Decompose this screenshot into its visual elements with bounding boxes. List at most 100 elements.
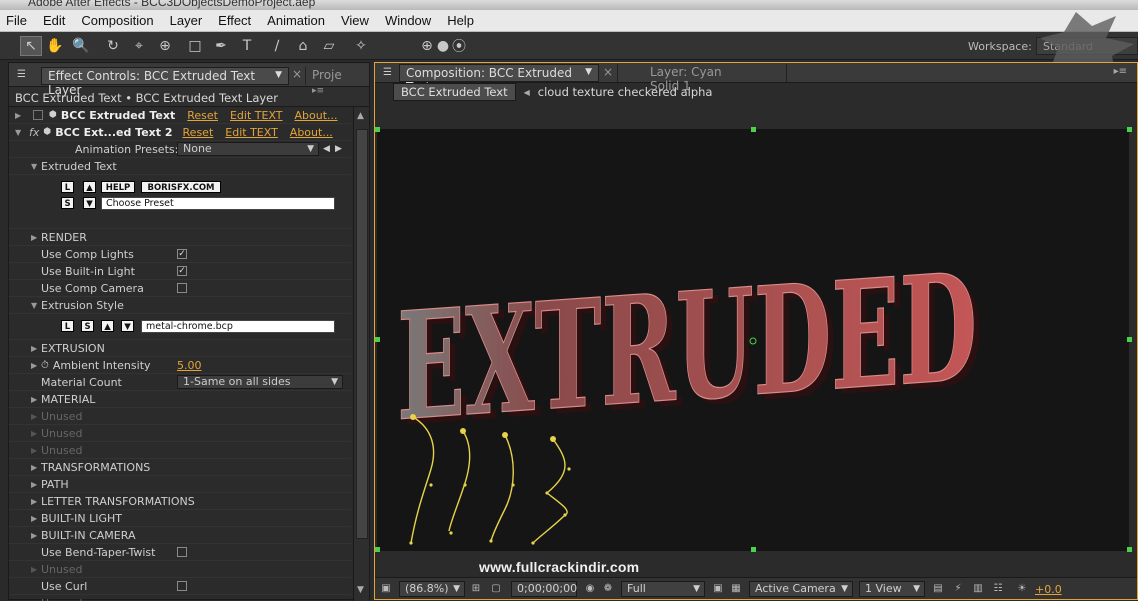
- chevron-down-icon[interactable]: ▼: [585, 67, 592, 77]
- effect1-about-link[interactable]: About...: [295, 109, 338, 122]
- expand-triangle-icon[interactable]: ▶: [15, 111, 25, 120]
- expand-triangle-icon[interactable]: ▶: [31, 233, 41, 242]
- menu-view[interactable]: View: [341, 13, 369, 28]
- expand-triangle-icon[interactable]: ▶: [31, 463, 41, 472]
- borisfx-button[interactable]: BORISFX.COM: [141, 181, 221, 193]
- mask-visibility-icon[interactable]: ▢: [489, 582, 503, 596]
- choose-preset-field[interactable]: Choose Preset: [101, 197, 335, 210]
- tab-project[interactable]: Proje ▸≡: [305, 67, 361, 85]
- eraser-tool-icon[interactable]: ▱: [318, 36, 340, 56]
- flowchart-icon[interactable]: ☷: [991, 582, 1005, 596]
- lock-icon[interactable]: ☰: [17, 69, 29, 81]
- layer-handle[interactable]: [751, 547, 756, 552]
- use-curl-checkbox[interactable]: [177, 581, 187, 591]
- scroll-thumb[interactable]: [356, 129, 368, 539]
- effect2-reset-link[interactable]: Reset: [183, 126, 214, 139]
- region-of-interest-icon[interactable]: ▣: [711, 582, 725, 596]
- always-preview-icon[interactable]: ▣: [379, 582, 393, 596]
- close-icon[interactable]: ×: [603, 65, 613, 79]
- layer-handle[interactable]: [375, 337, 380, 342]
- exposure-reset-icon[interactable]: ☀: [1015, 582, 1029, 596]
- letter-transformations-group[interactable]: ▶ LETTER TRANSFORMATIONS: [9, 493, 351, 510]
- layer-handle[interactable]: [375, 127, 380, 132]
- fast-previews-icon[interactable]: ⚡: [951, 582, 965, 596]
- up-button[interactable]: ▲: [101, 320, 114, 332]
- close-icon[interactable]: ×: [292, 67, 302, 81]
- stopwatch-icon[interactable]: ⏱: [41, 360, 49, 371]
- collapse-triangle-icon[interactable]: ▼: [31, 162, 41, 171]
- type-tool-icon[interactable]: T: [236, 36, 258, 56]
- down-button[interactable]: ▼: [121, 320, 134, 332]
- transformations-group[interactable]: ▶ TRANSFORMATIONS: [9, 459, 351, 476]
- snapshot-camera-icon[interactable]: ◉: [583, 582, 597, 596]
- menu-window[interactable]: Window: [385, 13, 431, 28]
- down-button[interactable]: ▼: [83, 197, 96, 209]
- expand-triangle-icon[interactable]: ▶: [31, 531, 41, 540]
- pan-behind-tool-icon[interactable]: ⊕: [154, 36, 176, 56]
- layer-handle[interactable]: [1127, 127, 1132, 132]
- effect1-reset-link[interactable]: Reset: [187, 109, 218, 122]
- extrusion-style-group[interactable]: ▼ Extrusion Style: [9, 297, 351, 314]
- layer-handle[interactable]: [1127, 337, 1132, 342]
- rectangle-tool-icon[interactable]: □: [184, 36, 206, 56]
- panel-menu-icon[interactable]: ▸≡: [1114, 66, 1127, 77]
- expand-triangle-icon[interactable]: ▶: [31, 514, 41, 523]
- menu-layer[interactable]: Layer: [170, 13, 203, 28]
- save-button[interactable]: S: [61, 197, 74, 209]
- clone-stamp-tool-icon[interactable]: ⌂: [292, 36, 314, 56]
- render-group[interactable]: ▶ RENDER: [9, 229, 351, 246]
- menu-composition[interactable]: Composition: [81, 13, 153, 28]
- extrusion-file-field[interactable]: metal-chrome.bcp: [141, 320, 335, 333]
- ambient-intensity-value[interactable]: 5.00: [177, 359, 202, 372]
- lock-icon[interactable]: ☰: [383, 67, 395, 79]
- crumb-active-comp[interactable]: BCC Extruded Text: [393, 83, 516, 101]
- up-button[interactable]: ▲: [83, 181, 96, 193]
- scroll-down-icon[interactable]: ▼: [357, 585, 364, 595]
- fx-icon[interactable]: fx: [29, 126, 39, 139]
- builtin-camera-group[interactable]: ▶ BUILT-IN CAMERA: [9, 527, 351, 544]
- effect-panel-scrollbar[interactable]: ▲ ▼: [353, 107, 369, 601]
- load-button[interactable]: L: [61, 181, 74, 193]
- expand-triangle-icon[interactable]: ▶: [31, 497, 41, 506]
- puppet-pin-tool-icon[interactable]: ✧: [350, 36, 372, 56]
- tab-layer[interactable]: Layer: Cyan Solid 1: [617, 64, 787, 82]
- camera-orbit-tool-icon[interactable]: ⌖: [128, 36, 150, 56]
- workspace-select[interactable]: Standard: [1036, 37, 1138, 55]
- menu-edit[interactable]: Edit: [43, 13, 65, 28]
- effect-row-1[interactable]: ▶ ⬢ BCC Extruded Text Reset Edit TEXT Ab…: [9, 107, 351, 124]
- pen-tool-icon[interactable]: ✒: [210, 36, 232, 56]
- animation-presets-select[interactable]: None▼: [177, 142, 319, 156]
- zoom-tool-icon[interactable]: 🔍: [70, 36, 92, 56]
- resolution-select[interactable]: Full▼: [621, 581, 705, 597]
- effect2-about-link[interactable]: About...: [290, 126, 333, 139]
- menu-file[interactable]: File: [6, 13, 27, 28]
- preset-next-icon[interactable]: ▶: [335, 144, 342, 154]
- use-builtin-light-checkbox[interactable]: ✓: [177, 266, 187, 276]
- preset-prev-icon[interactable]: ◀: [323, 144, 330, 154]
- view-layout-select[interactable]: 1 View▼: [859, 581, 925, 597]
- timeline-icon[interactable]: ▥: [971, 582, 985, 596]
- use-comp-lights-checkbox[interactable]: ✓: [177, 249, 187, 259]
- save-button[interactable]: S: [81, 320, 94, 332]
- axis-view-icon[interactable]: ⦿: [448, 36, 470, 56]
- layer-handle[interactable]: [1127, 547, 1132, 552]
- expand-triangle-icon[interactable]: ▶: [31, 344, 41, 353]
- tab-effect-controls[interactable]: Effect Controls: BCC Extruded Text Layer…: [41, 67, 289, 85]
- grid-guides-icon[interactable]: ⊞: [469, 582, 483, 596]
- layer-handle[interactable]: [375, 547, 380, 552]
- toggle-pixel-aspect-icon[interactable]: ▤: [931, 582, 945, 596]
- expand-triangle-icon[interactable]: ▶: [31, 395, 41, 404]
- extrusion-group[interactable]: ▶ EXTRUSION: [9, 340, 351, 357]
- brush-tool-icon[interactable]: ∕: [266, 36, 288, 56]
- extruded-text-group[interactable]: ▼ Extruded Text: [9, 158, 351, 175]
- expand-triangle-icon[interactable]: ▶: [31, 361, 41, 370]
- builtin-light-group[interactable]: ▶ BUILT-IN LIGHT: [9, 510, 351, 527]
- layer-handle[interactable]: [751, 127, 756, 132]
- effect-toggle-checkbox[interactable]: [33, 110, 43, 120]
- camera-view-select[interactable]: Active Camera▼: [749, 581, 853, 597]
- panel-menu-icon[interactable]: ▸≡: [312, 86, 324, 96]
- crumb-next-comp[interactable]: cloud texture checkered alpha: [538, 85, 713, 99]
- scroll-up-icon[interactable]: ▲: [357, 111, 364, 121]
- exposure-value[interactable]: +0.0: [1035, 583, 1062, 596]
- menu-effect[interactable]: Effect: [218, 13, 251, 28]
